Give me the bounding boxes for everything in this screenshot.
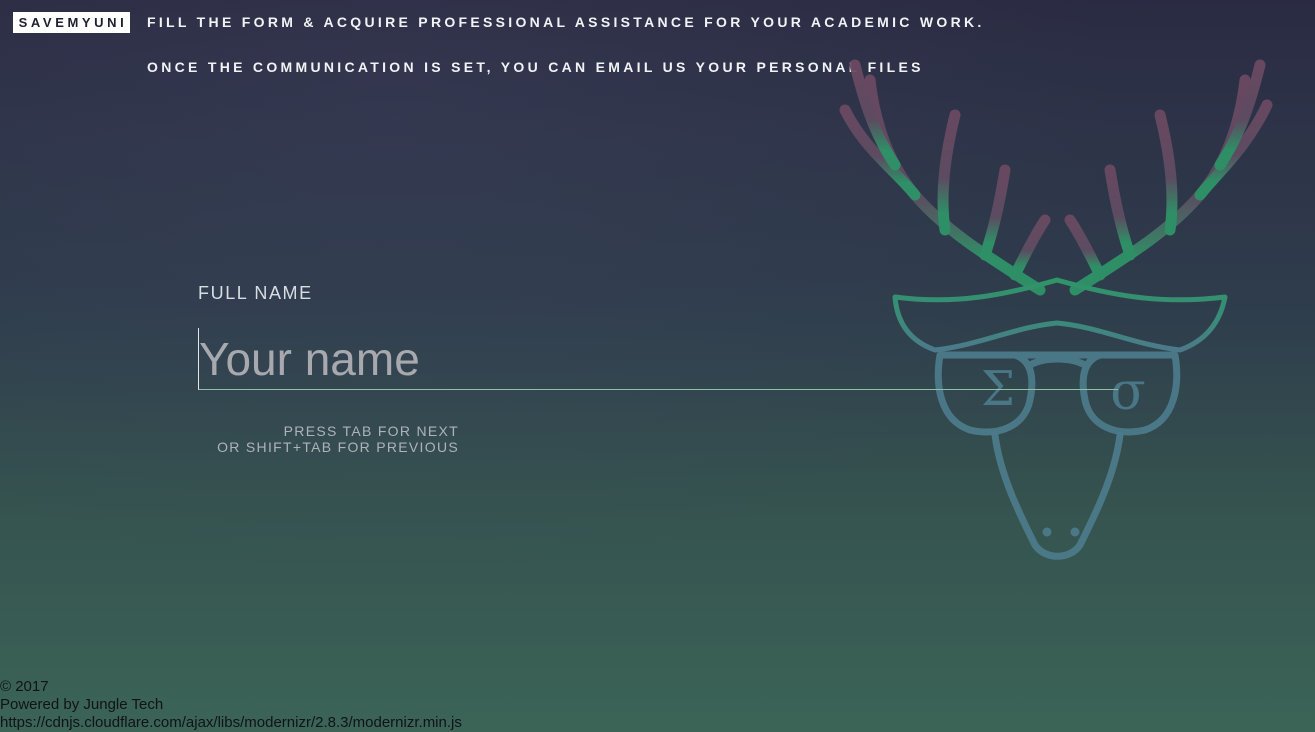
site-logo[interactable]: SAVEMYUNI: [13, 12, 130, 33]
script-url-text: https://cdnjs.cloudflare.com/ajax/libs/m…: [0, 714, 462, 731]
hint-previous: OR SHIFT+TAB FOR PREVIOUS: [217, 439, 459, 455]
full-name-label: FULL NAME: [198, 283, 313, 303]
deer-with-glasses-icon: Σ σ: [839, 59, 1273, 560]
footer: © 2017 Powered by Jungle Tech https://cd…: [0, 678, 462, 732]
tagline-line-2: ONCE THE COMMUNICATION IS SET, YOU CAN E…: [147, 59, 924, 75]
hint-next: PRESS TAB FOR NEXT: [283, 423, 459, 439]
full-name-input[interactable]: [198, 328, 1118, 390]
copyright-text: © 2017: [0, 678, 49, 695]
keyboard-hint: PRESS TAB FOR NEXT OR SHIFT+TAB FOR PREV…: [180, 423, 459, 455]
powered-by-text: Powered by Jungle Tech: [0, 696, 164, 713]
